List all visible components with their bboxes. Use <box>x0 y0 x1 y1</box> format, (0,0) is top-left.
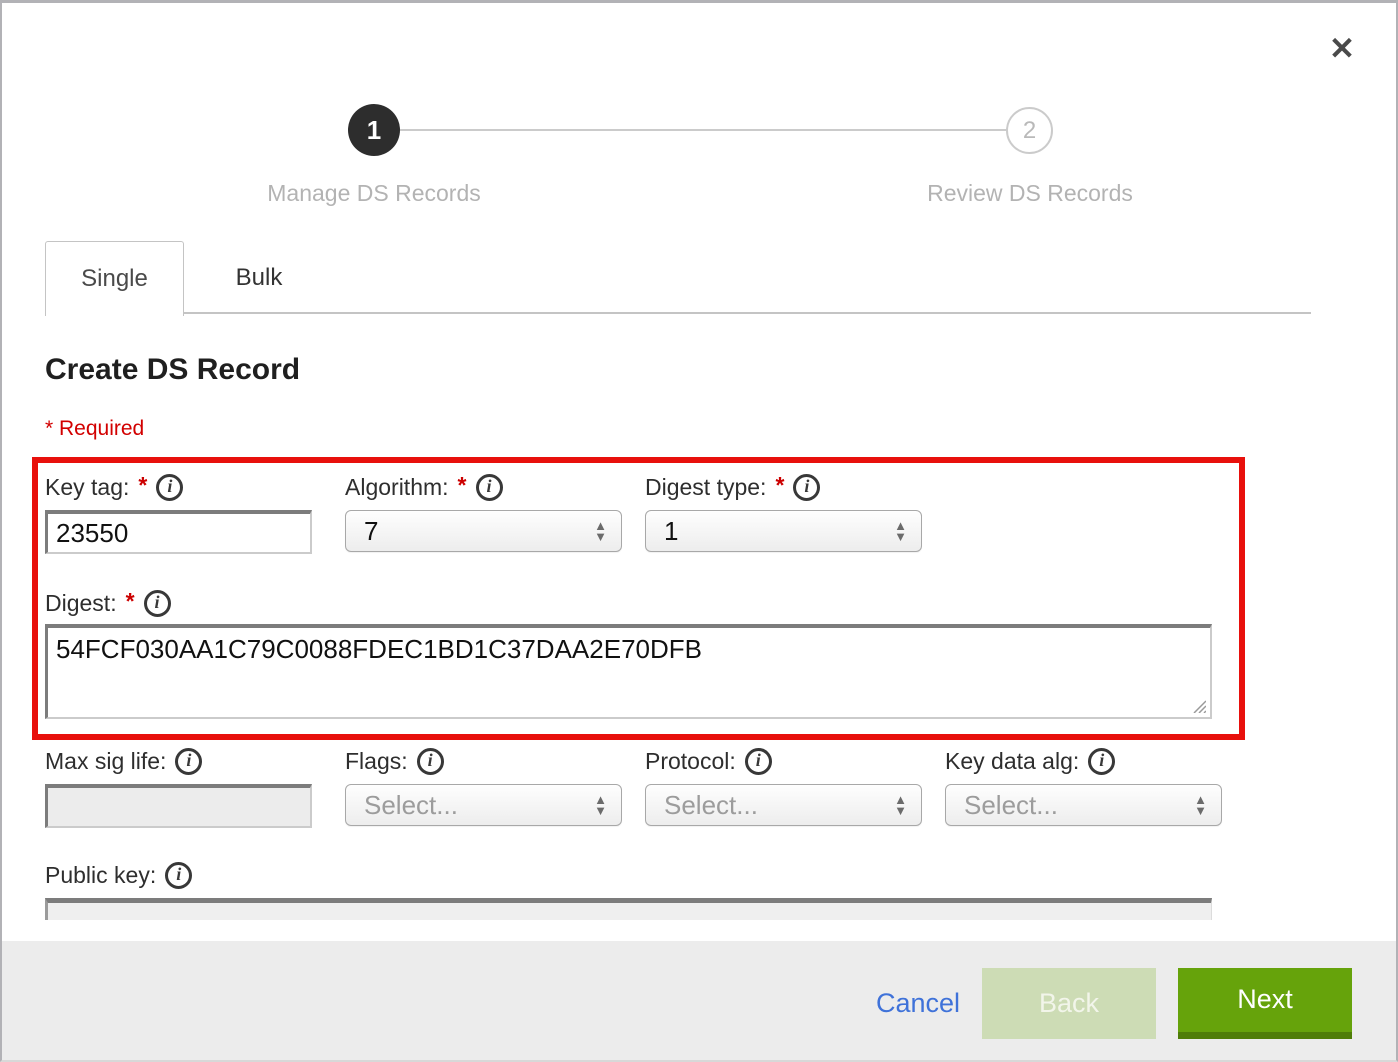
protocol-label-text: Protocol: <box>645 748 736 775</box>
algorithm-select-value: 7 <box>364 516 594 547</box>
digest-type-label: Digest type: * i <box>645 471 820 503</box>
required-asterisk: * <box>775 472 784 499</box>
info-icon[interactable]: i <box>144 590 171 617</box>
info-icon[interactable]: i <box>793 474 820 501</box>
algorithm-label-text: Algorithm: <box>345 474 449 501</box>
digest-textarea[interactable]: 54FCF030AA1C79C0088FDEC1BD1C37DAA2E70DFB <box>45 624 1212 719</box>
step-2-circle: 2 <box>1006 107 1053 154</box>
digest-type-label-text: Digest type: <box>645 474 766 501</box>
info-icon[interactable]: i <box>745 748 772 775</box>
info-icon[interactable]: i <box>156 474 183 501</box>
info-icon[interactable]: i <box>417 748 444 775</box>
tab-single[interactable]: Single <box>45 241 184 316</box>
step-1-label: Manage DS Records <box>234 180 514 207</box>
key-tag-label-text: Key tag: <box>45 474 129 501</box>
required-note: * Required <box>45 417 144 441</box>
algorithm-select[interactable]: 7 ▲▼ <box>345 510 622 552</box>
digest-textarea-wrap: 54FCF030AA1C79C0088FDEC1BD1C37DAA2E70DFB <box>45 624 1212 719</box>
max-sig-life-input[interactable] <box>45 784 312 828</box>
close-icon[interactable]: ✕ <box>1320 27 1364 71</box>
back-button[interactable]: Back <box>982 968 1156 1039</box>
tab-bar: Single Bulk <box>45 241 1311 314</box>
select-stepper-icon: ▲▼ <box>894 521 907 542</box>
protocol-select[interactable]: Select... ▲▼ <box>645 784 922 826</box>
algorithm-label: Algorithm: * i <box>345 471 503 503</box>
protocol-select-value: Select... <box>664 790 894 821</box>
key-tag-label: Key tag: * i <box>45 471 183 503</box>
flags-select-value: Select... <box>364 790 594 821</box>
flags-label-text: Flags: <box>345 748 408 775</box>
public-key-textarea[interactable] <box>45 898 1212 920</box>
info-icon[interactable]: i <box>1088 748 1115 775</box>
step-2-label: Review DS Records <box>890 180 1170 207</box>
required-asterisk: * <box>138 472 147 499</box>
digest-type-select-value: 1 <box>664 516 894 547</box>
required-asterisk: * <box>126 588 135 615</box>
select-stepper-icon: ▲▼ <box>594 521 607 542</box>
info-icon[interactable]: i <box>165 862 192 889</box>
tab-bulk[interactable]: Bulk <box>185 241 333 314</box>
info-icon[interactable]: i <box>476 474 503 501</box>
stepper-connector <box>374 129 1030 131</box>
page-title: Create DS Record <box>45 353 300 387</box>
public-key-label: Public key: i <box>45 859 192 891</box>
max-sig-life-label: Max sig life: i <box>45 745 202 777</box>
key-data-alg-label-text: Key data alg: <box>945 748 1079 775</box>
cancel-button[interactable]: Cancel <box>876 988 960 1019</box>
digest-label: Digest: * i <box>45 587 171 619</box>
select-stepper-icon: ▲▼ <box>594 795 607 816</box>
protocol-label: Protocol: i <box>645 745 772 777</box>
select-stepper-icon: ▲▼ <box>894 795 907 816</box>
required-asterisk: * <box>458 472 467 499</box>
key-data-alg-select[interactable]: Select... ▲▼ <box>945 784 1222 826</box>
key-data-alg-label: Key data alg: i <box>945 745 1115 777</box>
flags-label: Flags: i <box>345 745 444 777</box>
digest-type-select[interactable]: 1 ▲▼ <box>645 510 922 552</box>
info-icon[interactable]: i <box>175 748 202 775</box>
public-key-label-text: Public key: <box>45 862 156 889</box>
digest-label-text: Digest: <box>45 590 117 617</box>
select-stepper-icon: ▲▼ <box>1194 795 1207 816</box>
create-ds-record-modal: ✕ 1 2 Manage DS Records Review DS Record… <box>0 0 1398 1062</box>
key-tag-input[interactable] <box>45 510 312 554</box>
flags-select[interactable]: Select... ▲▼ <box>345 784 622 826</box>
max-sig-life-label-text: Max sig life: <box>45 748 166 775</box>
modal-footer: Cancel Back Next <box>2 941 1396 1062</box>
step-1-circle: 1 <box>348 104 400 156</box>
next-button[interactable]: Next <box>1178 968 1352 1039</box>
key-data-alg-select-value: Select... <box>964 790 1194 821</box>
